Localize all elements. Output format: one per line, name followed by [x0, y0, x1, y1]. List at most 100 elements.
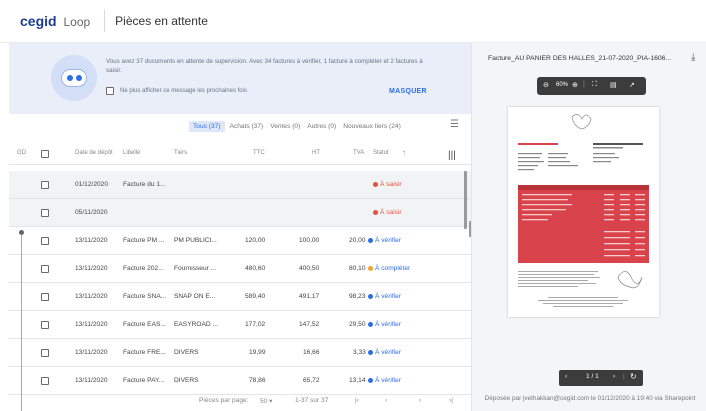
- filter-icon[interactable]: ☰: [450, 119, 459, 130]
- filter-tab-purchases[interactable]: Achats (37): [230, 123, 264, 130]
- row-checkbox[interactable]: [41, 181, 49, 189]
- row-date: 05/11/2020: [75, 209, 108, 216]
- col-gd[interactable]: GD: [17, 150, 26, 156]
- row-tva: 13,14: [349, 377, 366, 384]
- status-dot: [373, 209, 378, 215]
- filter-tab-new-suppliers[interactable]: Nouveaux tiers (24): [343, 123, 401, 130]
- filter-tabs: Tous (37) Achats (37) Ventes (0) Autres …: [189, 120, 408, 133]
- next-doc-page-icon[interactable]: ›: [613, 373, 615, 380]
- row-tva: 98,23: [349, 293, 366, 300]
- col-date[interactable]: Date de dépôt: [75, 150, 113, 156]
- group-timeline: [21, 231, 22, 411]
- robot-head: [61, 69, 87, 87]
- filter-tab-others[interactable]: Autres (0): [307, 123, 336, 130]
- row-status-label: À vérifier: [375, 349, 402, 356]
- per-page-select[interactable]: 50 ▾: [260, 397, 273, 405]
- pagination-bar: Pièces par page: 50 ▾ 1-37 sur 37 |‹ ‹ ›…: [9, 393, 471, 411]
- sort-up-icon[interactable]: ↑: [402, 148, 406, 157]
- invoice-thumbnail: [508, 107, 659, 317]
- row-tva: 29,50: [349, 321, 366, 328]
- row-checkbox[interactable]: [41, 293, 49, 301]
- row-libelle: Facture SNA...: [123, 293, 167, 300]
- row-status-label: À saisir: [380, 209, 402, 216]
- dismiss-banner-button[interactable]: MASQUER: [389, 88, 427, 95]
- next-page-icon[interactable]: ›: [419, 397, 421, 404]
- row-status: À saisir: [373, 209, 402, 216]
- download-icon[interactable]: ⤓: [691, 52, 695, 63]
- row-ht: 65,72: [303, 377, 320, 384]
- status-dot: [368, 377, 373, 383]
- rotate-icon[interactable]: ↻: [630, 372, 637, 381]
- document-preview[interactable]: [508, 107, 659, 317]
- row-checkbox[interactable]: [41, 377, 49, 385]
- row-libelle: Facture FRE...: [123, 349, 166, 356]
- table-row[interactable]: 13/11/2020 Facture PAY... DIVERS 78,86 6…: [9, 367, 471, 395]
- hide-banner-checkbox[interactable]: [106, 87, 114, 95]
- app-logo[interactable]: cegid Loop: [20, 13, 90, 29]
- select-all-checkbox[interactable]: [41, 150, 49, 158]
- banner-message: Vous avez 37 documents en attente de sup…: [106, 58, 423, 74]
- hide-banner-label: Ne plus afficher ce message les prochain…: [120, 88, 247, 94]
- row-ht: 16,66: [303, 349, 320, 356]
- table-row[interactable]: 13/11/2020 Facture SNA... SNAP ON E... 5…: [9, 283, 471, 311]
- row-status: À vérifier: [368, 377, 401, 384]
- row-checkbox[interactable]: [41, 349, 49, 357]
- document-icon[interactable]: ▤: [610, 81, 617, 89]
- zoom-toolbar: ⊖ 60% ⊕ | ⛶ ▤ ↗: [537, 77, 646, 95]
- row-tiers: DIVERS: [174, 377, 199, 384]
- per-page-label: Pièces par page:: [199, 397, 249, 404]
- prev-page-icon[interactable]: ‹: [385, 397, 387, 404]
- status-dot: [368, 349, 373, 355]
- filter-tab-sales[interactable]: Ventes (0): [270, 123, 300, 130]
- col-libelle[interactable]: Libellé: [123, 150, 140, 156]
- table-scrollbar[interactable]: [464, 171, 467, 229]
- row-libelle: Facture 202...: [123, 265, 164, 272]
- col-statut[interactable]: Statut: [373, 150, 389, 156]
- toolbar-divider: |: [583, 81, 585, 88]
- table-row[interactable]: 01/12/2020 Facture du 1... À saisir: [9, 171, 471, 199]
- zoom-out-icon[interactable]: ⊖: [543, 81, 549, 89]
- filter-tab-all[interactable]: Tous (37): [189, 121, 225, 132]
- table-header: GD Date de dépôt Libellé Tiers TTC HT TV…: [9, 143, 471, 165]
- row-tva: 3,33: [353, 349, 366, 356]
- prev-doc-page-icon[interactable]: ‹: [565, 373, 567, 380]
- status-dot: [368, 237, 373, 243]
- table-row[interactable]: 13/11/2020 Facture FRE... DIVERS 19,99 1…: [9, 339, 471, 367]
- columns-icon[interactable]: |||: [448, 150, 456, 161]
- fit-screen-icon[interactable]: ⛶: [592, 81, 597, 89]
- last-page-icon[interactable]: ›|: [449, 397, 453, 404]
- col-tiers[interactable]: Tiers: [174, 150, 187, 156]
- row-status-label: À compléter: [375, 265, 411, 272]
- row-checkbox[interactable]: [41, 237, 49, 245]
- row-checkbox[interactable]: [41, 265, 49, 273]
- open-external-icon[interactable]: ↗: [629, 81, 635, 89]
- row-ttc: 589,40: [245, 293, 266, 300]
- row-status: À vérifier: [368, 349, 401, 356]
- row-status: À compléter: [368, 265, 410, 272]
- col-tva[interactable]: TVA: [353, 150, 364, 156]
- first-page-icon[interactable]: |‹: [355, 397, 359, 404]
- table-row[interactable]: 13/11/2020 Facture 202... Fournisseur ..…: [9, 255, 471, 283]
- robot-eye-left: [67, 75, 73, 81]
- brand-name: cegid: [20, 13, 57, 29]
- table-row[interactable]: 13/11/2020 Facture PM ... PM PUBLICI... …: [9, 227, 471, 255]
- product-name: Loop: [63, 15, 91, 29]
- row-ttc: 19,99: [249, 349, 266, 356]
- row-checkbox[interactable]: [41, 209, 49, 217]
- row-status: À vérifier: [368, 321, 401, 328]
- row-date: 13/11/2020: [75, 377, 108, 384]
- zoom-in-icon[interactable]: ⊕: [572, 81, 578, 89]
- row-status: À vérifier: [368, 237, 401, 244]
- table-row[interactable]: 13/11/2020 Facture EAS... EASYROAD ... 1…: [9, 311, 471, 339]
- status-dot: [368, 265, 373, 271]
- col-ttc[interactable]: TTC: [253, 150, 265, 156]
- banner-hide-option[interactable]: Ne plus afficher ce message les prochain…: [106, 87, 247, 95]
- col-ht[interactable]: HT: [312, 150, 320, 156]
- table-row[interactable]: 05/11/2020 À saisir: [9, 199, 471, 227]
- documents-panel: Vous avez 37 documents en attente de sup…: [9, 43, 472, 411]
- group-timeline-dot: [19, 230, 24, 235]
- page-range: 1-37 sur 37: [295, 397, 329, 404]
- row-date: 13/11/2020: [75, 321, 108, 328]
- row-checkbox[interactable]: [41, 321, 49, 329]
- row-libelle: Facture du 1...: [123, 181, 166, 188]
